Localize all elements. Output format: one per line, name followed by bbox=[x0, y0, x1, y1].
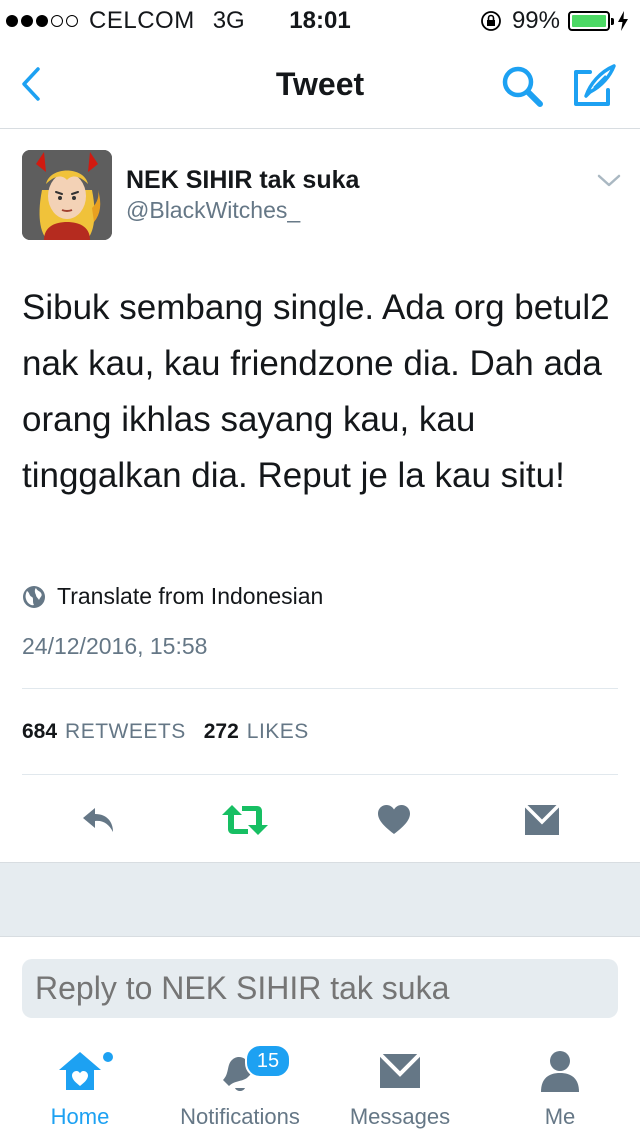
reply-icon bbox=[83, 808, 113, 832]
tab-me[interactable]: Me bbox=[480, 1036, 640, 1136]
divider bbox=[22, 774, 618, 775]
tab-home-label: Home bbox=[50, 1104, 110, 1129]
person-icon bbox=[541, 1051, 579, 1092]
likes-label[interactable]: LIKES bbox=[247, 720, 309, 744]
globe-icon bbox=[23, 585, 45, 608]
retweets-count[interactable]: 684 bbox=[22, 720, 57, 744]
battery-percent: 99% bbox=[511, 7, 560, 34]
tab-me-label: Me bbox=[544, 1104, 576, 1129]
translate-label: Translate from Indonesian bbox=[57, 583, 324, 609]
retweet-icon bbox=[222, 805, 268, 835]
like-button[interactable] bbox=[364, 790, 424, 850]
notifications-badge: 15 bbox=[245, 1044, 291, 1078]
retweet-button[interactable] bbox=[215, 790, 275, 850]
direct-message-button[interactable] bbox=[512, 790, 572, 850]
author-name[interactable]: NEK SIHIR tak suka bbox=[126, 166, 359, 195]
tweet-text: Sibuk sembang single. Ada org betul2 nak… bbox=[22, 288, 610, 495]
tab-bar: Home 15 Notifications Messages Me bbox=[0, 1036, 640, 1136]
search-icon bbox=[502, 66, 543, 107]
new-content-dot bbox=[103, 1052, 113, 1062]
tweet-options-button[interactable] bbox=[596, 172, 622, 190]
author-avatar[interactable] bbox=[22, 150, 112, 240]
compose-icon bbox=[574, 64, 616, 106]
tweet-stats: 684 RETWEETS 272 LIKES bbox=[22, 720, 327, 744]
reply-input[interactable] bbox=[22, 959, 618, 1018]
tab-messages[interactable]: Messages bbox=[320, 1036, 480, 1136]
section-separator bbox=[0, 862, 640, 937]
avatar-image bbox=[22, 150, 112, 240]
likes-count[interactable]: 272 bbox=[204, 720, 239, 744]
status-right: 99% bbox=[480, 7, 630, 35]
retweets-label[interactable]: RETWEETS bbox=[65, 720, 186, 744]
tab-notifications-label: Notifications bbox=[180, 1104, 300, 1129]
tab-messages-label: Messages bbox=[349, 1104, 451, 1129]
tweet-actions bbox=[0, 790, 640, 852]
author-handle[interactable]: @BlackWitches_ bbox=[126, 197, 300, 224]
tab-home[interactable]: Home bbox=[0, 1036, 160, 1136]
tweet-timestamp: 24/12/2016, 15:58 bbox=[22, 633, 208, 659]
charging-bolt-icon bbox=[618, 11, 628, 31]
home-icon bbox=[59, 1052, 101, 1090]
status-bar: CELCOM 3G 18:01 99% bbox=[0, 0, 640, 40]
chevron-down-icon bbox=[597, 174, 621, 187]
battery-icon bbox=[568, 11, 614, 31]
translate-link[interactable]: Translate from Indonesian bbox=[22, 583, 323, 610]
rotation-lock-icon bbox=[481, 11, 501, 31]
heart-icon bbox=[378, 805, 410, 834]
envelope-icon bbox=[523, 803, 561, 835]
divider bbox=[22, 688, 618, 689]
envelope-icon bbox=[378, 1052, 422, 1088]
reply-button[interactable] bbox=[69, 790, 129, 850]
compose-tweet-button[interactable] bbox=[570, 60, 620, 110]
tab-notifications[interactable]: 15 Notifications bbox=[160, 1036, 320, 1136]
navigation-bar: Tweet bbox=[0, 40, 640, 129]
search-button[interactable] bbox=[498, 62, 546, 110]
